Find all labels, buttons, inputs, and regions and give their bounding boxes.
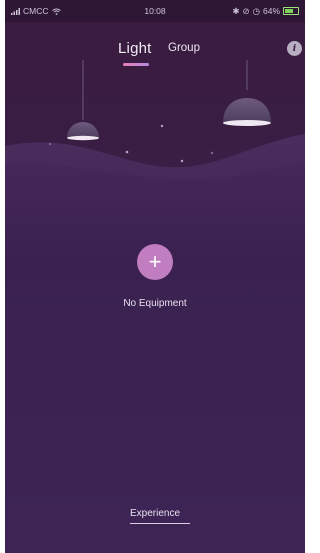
status-time: 10:08: [144, 6, 166, 16]
alarm-icon: ◷: [252, 5, 260, 16]
star: [180, 159, 184, 163]
experience-underline: [130, 523, 190, 524]
left-lamp-light: [67, 135, 99, 141]
info-button[interactable]: i: [287, 41, 302, 56]
carrier-label: CMCC: [23, 6, 49, 16]
plus-icon: +: [148, 249, 162, 274]
left-lamp-shade: [67, 122, 99, 138]
star: [125, 150, 129, 154]
tab-group[interactable]: Group: [168, 42, 200, 54]
battery-icon: [283, 7, 299, 15]
star: [160, 124, 164, 128]
bluetooth-icon: ✱: [232, 5, 240, 16]
status-left: CMCC: [11, 6, 61, 16]
experience-link[interactable]: Experience: [5, 508, 305, 519]
star: [210, 151, 214, 155]
info-icon: i: [292, 43, 297, 54]
signal-icon: [11, 7, 20, 15]
right-lamp-light: [223, 120, 271, 126]
empty-state-label: No Equipment: [123, 298, 187, 309]
app-screen: CMCC 10:08 ✱ ⊘ ◷ 64% Light Group i + No …: [5, 0, 305, 553]
status-right: ✱ ⊘ ◷ 64%: [232, 6, 299, 17]
status-bar: CMCC 10:08 ✱ ⊘ ◷ 64%: [5, 0, 305, 22]
star: [49, 143, 51, 145]
right-lamp-shade: [223, 98, 271, 123]
battery-percent: 64%: [262, 6, 280, 16]
do-not-disturb-icon: ⊘: [242, 5, 250, 16]
tab-light[interactable]: Light: [118, 40, 152, 57]
scene-illustration: [5, 60, 305, 260]
add-device-button[interactable]: +: [137, 244, 173, 280]
wifi-icon: [51, 8, 61, 15]
